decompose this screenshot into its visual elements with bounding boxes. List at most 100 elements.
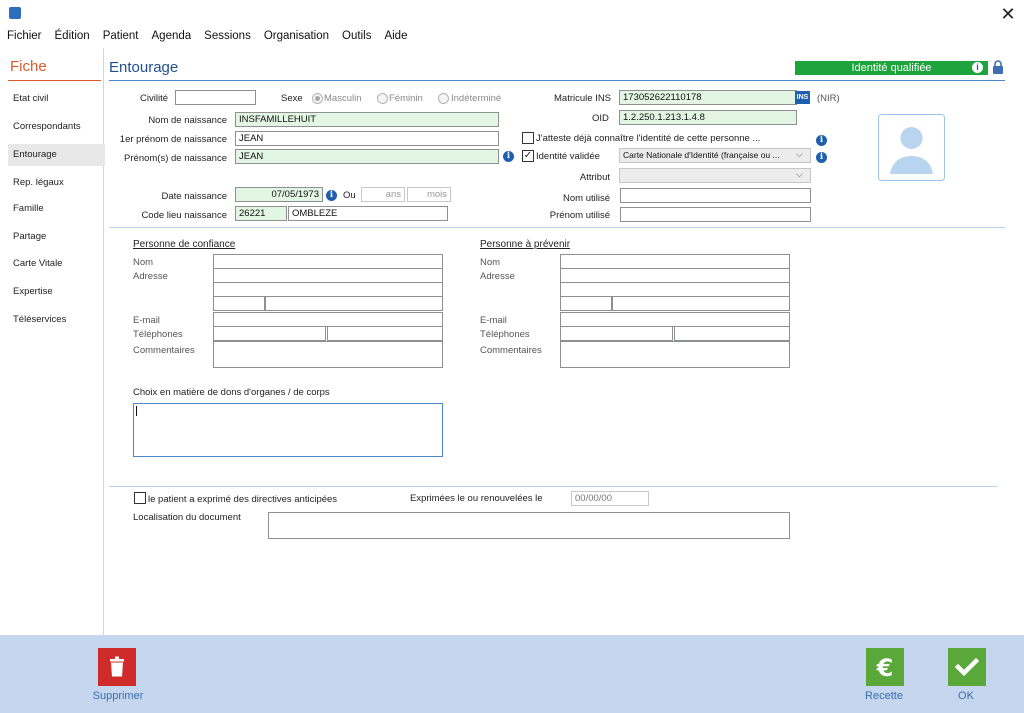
sidebar-item-expertise[interactable]: Expertise xyxy=(8,281,105,303)
close-window-button[interactable]: ✕ xyxy=(996,3,1020,25)
age-ans-field[interactable]: ans xyxy=(361,187,405,202)
age-mois-field[interactable]: mois xyxy=(407,187,451,202)
title-bar xyxy=(0,0,1024,27)
radio-feminin-label: Féminin xyxy=(389,93,423,104)
nom-utilise-field[interactable] xyxy=(620,188,811,203)
date-info-icon[interactable]: i xyxy=(326,190,337,201)
premier-prenom-field[interactable]: JEAN xyxy=(235,131,499,146)
prenoms-label: Prénom(s) de naissance xyxy=(124,153,227,164)
ou-label: Ou xyxy=(343,190,356,201)
radio-masculin-label: Masculin xyxy=(324,93,362,104)
confiance-adresse-label: Adresse xyxy=(133,271,168,282)
prevenir-email-field[interactable] xyxy=(560,312,790,327)
prevenir-cp-field[interactable] xyxy=(560,296,612,311)
menu-sessions[interactable]: Sessions xyxy=(197,27,257,47)
prevenir-adresse2-field[interactable] xyxy=(560,282,790,297)
section-divider xyxy=(109,227,1005,228)
prenoms-field[interactable]: JEAN xyxy=(235,149,499,164)
lock-icon xyxy=(993,60,1003,74)
nom-naissance-field[interactable]: INSFAMILLEHUIT xyxy=(235,112,499,127)
menu-organisation[interactable]: Organisation xyxy=(257,27,335,47)
date-naissance-label: Date naissance xyxy=(161,191,227,202)
matricule-field[interactable]: 173052622110178 xyxy=(619,90,797,105)
date-naissance-field[interactable]: 07/05/1973 xyxy=(235,187,323,202)
trash-icon xyxy=(110,656,124,677)
menu-patient[interactable]: Patient xyxy=(96,27,145,47)
prevenir-commentaires-field[interactable] xyxy=(560,341,790,368)
ok-label[interactable]: OK xyxy=(926,690,1006,702)
menu-aide[interactable]: Aide xyxy=(377,27,413,47)
nom-utilise-label: Nom utilisé xyxy=(563,193,610,204)
attribut-select[interactable] xyxy=(619,168,811,183)
avatar[interactable] xyxy=(878,114,945,181)
confiance-ville-field[interactable] xyxy=(265,296,443,311)
radio-feminin[interactable] xyxy=(377,93,388,104)
ok-button[interactable] xyxy=(948,648,986,686)
confiance-title: Personne de confiance xyxy=(133,239,236,250)
menu-outils[interactable]: Outils xyxy=(335,27,377,47)
supprimer-label[interactable]: Supprimer xyxy=(78,690,158,702)
page-title: Entourage xyxy=(109,59,179,76)
nir-label: (NIR) xyxy=(817,93,840,104)
prevenir-telephones-label: Téléphones xyxy=(480,329,530,340)
euro-icon: € xyxy=(876,654,894,682)
confiance-adresse2-field[interactable] xyxy=(213,282,443,297)
identite-validee-label: Identité validée xyxy=(536,151,600,162)
sidebar-item-teleservices[interactable]: Téléservices xyxy=(8,309,105,331)
confiance-telephones-label: Téléphones xyxy=(133,329,183,340)
confiance-email-field[interactable] xyxy=(213,312,443,327)
prevenir-nom-field[interactable] xyxy=(560,254,790,269)
identite-validee-checkbox[interactable]: ✓ xyxy=(522,150,534,162)
civilite-field[interactable] xyxy=(175,90,256,105)
sidebar-item-famille[interactable]: Famille xyxy=(8,198,105,220)
menu-fichier[interactable]: Fichier xyxy=(0,27,48,47)
atteste-checkbox[interactable] xyxy=(522,132,534,144)
sidebar-item-partage[interactable]: Partage xyxy=(8,226,105,248)
confiance-tel2-field[interactable] xyxy=(327,326,443,341)
confiance-tel1-field[interactable] xyxy=(213,326,326,341)
oid-field[interactable]: 1.2.250.1.213.1.4.8 xyxy=(619,110,797,125)
prevenir-nom-label: Nom xyxy=(480,257,501,268)
recette-label[interactable]: Recette xyxy=(844,690,924,702)
confiance-commentaires-field[interactable] xyxy=(213,341,443,368)
matricule-label: Matricule INS xyxy=(554,93,612,104)
directives-checkbox[interactable] xyxy=(134,492,146,504)
title-underline xyxy=(109,80,1005,81)
code-lieu-field[interactable]: 26221 xyxy=(235,206,287,221)
dons-textarea[interactable] xyxy=(133,403,443,457)
prenoms-info-icon[interactable]: i xyxy=(503,151,514,162)
radio-masculin[interactable] xyxy=(312,93,323,104)
prevenir-email-label: E-mail xyxy=(480,315,507,326)
confiance-cp-field[interactable] xyxy=(213,296,265,311)
ins-badge-icon: INS xyxy=(795,91,810,104)
supprimer-button[interactable] xyxy=(98,648,136,686)
menu-agenda[interactable]: Agenda xyxy=(145,27,198,47)
prevenir-adresse1-field[interactable] xyxy=(560,268,790,283)
piece-identite-select[interactable]: Carte Nationale d'Identité (française ou… xyxy=(619,148,811,163)
prenom-utilise-field[interactable] xyxy=(620,207,811,222)
radio-indetermine[interactable] xyxy=(438,93,449,104)
localisation-field[interactable] xyxy=(268,512,790,539)
recette-button[interactable]: € xyxy=(866,648,904,686)
atteste-info-icon[interactable]: i xyxy=(816,135,827,146)
confiance-commentaires-label: Commentaires xyxy=(133,345,195,356)
prevenir-tel1-field[interactable] xyxy=(560,326,673,341)
lieu-naissance-field[interactable]: OMBLEZE xyxy=(288,206,448,221)
sidebar-item-etat-civil[interactable]: Etat civil xyxy=(8,88,105,110)
identity-info-icon[interactable]: i xyxy=(972,62,983,73)
prevenir-tel2-field[interactable] xyxy=(674,326,790,341)
menu-edition[interactable]: Édition xyxy=(48,27,96,47)
prevenir-ville-field[interactable] xyxy=(612,296,790,311)
sidebar-item-rep-legaux[interactable]: Rep. légaux xyxy=(8,172,105,194)
atteste-label: J'atteste déjà connaître l'identité de c… xyxy=(536,133,761,144)
prenom-utilise-label: Prénom utilisé xyxy=(549,210,610,221)
menu-bar: Fichier Édition Patient Agenda Sessions … xyxy=(0,27,1024,47)
sidebar-item-entourage[interactable]: Entourage xyxy=(8,144,105,166)
section-divider-2 xyxy=(109,486,997,487)
sidebar-item-carte-vitale[interactable]: Carte Vitale xyxy=(8,253,105,275)
confiance-adresse1-field[interactable] xyxy=(213,268,443,283)
directives-date-field[interactable]: 00/00/00 xyxy=(571,491,649,506)
sidebar-item-correspondants[interactable]: Correspondants xyxy=(8,116,105,138)
piece-identite-info-icon[interactable]: i xyxy=(816,152,827,163)
confiance-nom-field[interactable] xyxy=(213,254,443,269)
